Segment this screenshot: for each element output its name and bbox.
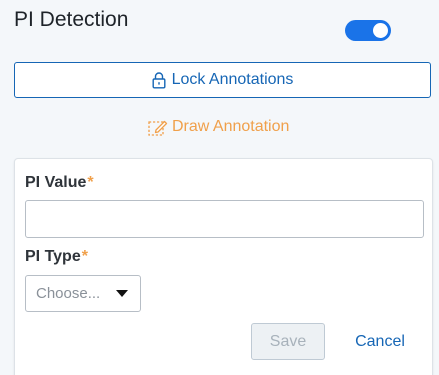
draw-annotation-button[interactable]: Draw Annotation: [148, 118, 289, 136]
lock-icon: [152, 71, 166, 89]
pi-detection-toggle[interactable]: [345, 20, 391, 41]
caret-down-icon: [116, 290, 128, 297]
cancel-button[interactable]: Cancel: [345, 323, 415, 360]
lock-annotations-button[interactable]: Lock Annotations: [14, 62, 431, 98]
pi-form-card: PI Value* PI Type* Choose... Save Cancel: [14, 158, 433, 375]
pi-value-label: PI Value*: [25, 174, 94, 192]
required-asterisk: *: [87, 174, 94, 191]
toggle-knob: [373, 23, 388, 38]
page-title: PI Detection: [14, 8, 129, 31]
draw-annotation-icon: [148, 118, 168, 136]
pi-detection-panel: PI Detection Lock Annotations Draw Annot…: [0, 0, 439, 375]
lock-annotations-label: Lock Annotations: [171, 71, 294, 88]
pi-value-input[interactable]: [25, 200, 424, 238]
required-asterisk: *: [81, 248, 88, 265]
pi-type-label: PI Type*: [25, 248, 88, 266]
pi-type-select[interactable]: Choose...: [25, 275, 141, 312]
pi-type-selected-value: Choose...: [36, 285, 101, 302]
save-button[interactable]: Save: [251, 323, 325, 360]
draw-annotation-label: Draw Annotation: [172, 118, 290, 135]
pi-value-label-text: PI Value: [25, 174, 87, 191]
pi-type-label-text: PI Type: [25, 248, 81, 265]
